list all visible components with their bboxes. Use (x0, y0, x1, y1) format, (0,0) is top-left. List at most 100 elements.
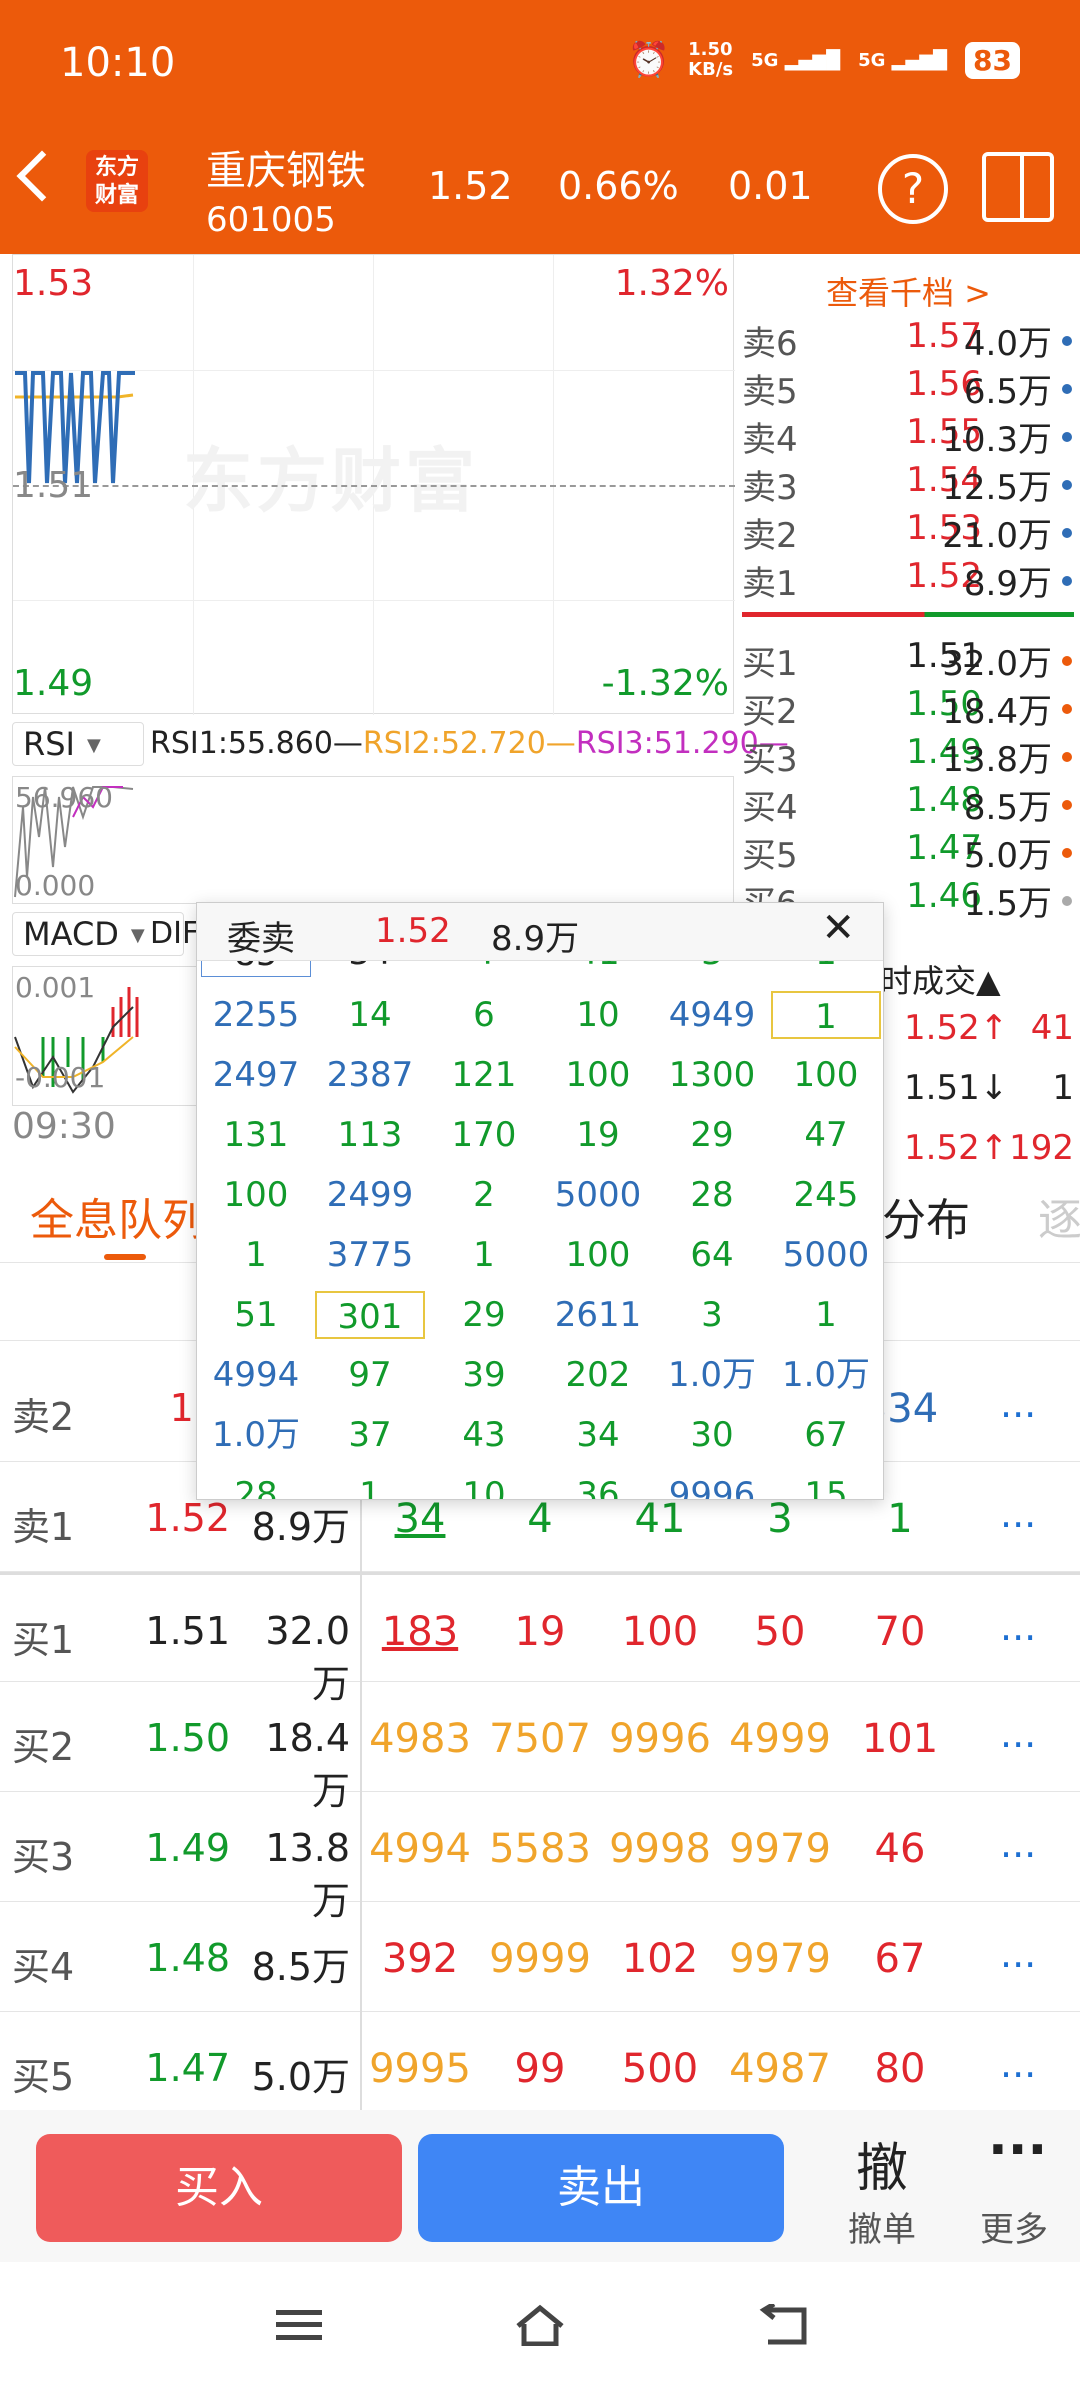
popup-order-cell[interactable]: 1 (771, 1291, 881, 1339)
queue-order-cell[interactable]: 7507 (480, 1716, 600, 1762)
popup-order-cell[interactable]: 28 (201, 1471, 311, 1499)
popup-order-cell[interactable]: 37 (315, 1411, 425, 1459)
queue-order-cell[interactable]: 99 (480, 2046, 600, 2092)
popup-order-cell[interactable]: 14 (315, 991, 425, 1039)
popup-order-cell[interactable]: 245 (771, 1171, 881, 1219)
tab-next[interactable]: 逐 (1038, 1184, 1080, 1248)
rsi-selector[interactable]: RSI (12, 722, 144, 766)
popup-order-cell[interactable]: 131 (201, 1111, 311, 1159)
popup-order-cell[interactable]: 301 (315, 1291, 425, 1339)
bid-row[interactable]: 买2 1.50 18.4万 (742, 684, 1072, 732)
popup-order-cell[interactable]: 121 (429, 1051, 539, 1099)
queue-order-cell[interactable]: 4987 (720, 2046, 840, 2092)
more-dots-button[interactable]: ... (1000, 1382, 1036, 1426)
popup-order-cell[interactable]: 29 (429, 1291, 539, 1339)
popup-order-cell[interactable]: 2497 (201, 1051, 311, 1099)
popup-order-cell[interactable]: 4949 (657, 991, 767, 1039)
popup-order-cell[interactable]: 6 (429, 991, 539, 1039)
bid-row[interactable]: 买5 1.47 5.0万 (742, 828, 1072, 876)
queue-order-cell[interactable]: 4983 (360, 1716, 480, 1762)
queue-order-cell[interactable]: 41 (600, 1496, 720, 1542)
queue-order-cell[interactable]: 9995 (360, 2046, 480, 2092)
queue-order-cell[interactable]: 46 (840, 1826, 960, 1872)
more-icon[interactable]: ··· (988, 2120, 1047, 2180)
popup-order-cell[interactable]: 100 (543, 1231, 653, 1279)
layout-switch-icon[interactable] (982, 152, 1054, 222)
bid-row[interactable]: 买4 1.48 8.5万 (742, 780, 1072, 828)
cancel-order-icon[interactable]: 撤 (856, 2126, 908, 2201)
more-dots-button[interactable]: ... (1000, 1712, 1036, 1756)
popup-order-cell[interactable]: 29 (657, 1111, 767, 1159)
popup-order-cell[interactable]: 1.0万 (657, 1351, 767, 1399)
popup-order-cell[interactable]: 100 (201, 1171, 311, 1219)
ask-row[interactable]: 卖4 1.55 10.3万 (742, 412, 1072, 460)
popup-order-cell[interactable]: 3775 (315, 1231, 425, 1279)
view-depth-link[interactable]: 查看千档 > (826, 268, 991, 314)
popup-order-cell[interactable]: 4994 (201, 1351, 311, 1399)
queue-order-cell[interactable]: 9996 (600, 1716, 720, 1762)
tab-distribution[interactable]: 分布 (882, 1184, 970, 1248)
popup-order-cell[interactable]: 67 (771, 1411, 881, 1459)
queue-order-cell[interactable]: 9998 (600, 1826, 720, 1872)
bid-row[interactable]: 买1 1.51 32.0万 (742, 636, 1072, 684)
queue-order-cell[interactable]: 70 (840, 1609, 960, 1655)
popup-order-cell[interactable]: 5000 (543, 1171, 653, 1219)
more-dots-button[interactable]: ... (1000, 2042, 1036, 2086)
queue-order-cell[interactable]: 5583 (480, 1826, 600, 1872)
popup-order-cell[interactable]: 30 (657, 1411, 767, 1459)
popup-order-cell[interactable]: 64 (657, 1231, 767, 1279)
popup-order-cell[interactable]: 36 (543, 1471, 653, 1499)
popup-order-cell[interactable]: 2499 (315, 1171, 425, 1219)
popup-order-cell[interactable]: 5000 (771, 1231, 881, 1279)
popup-order-cell[interactable]: 39 (429, 1351, 539, 1399)
queue-order-cell[interactable]: 9979 (720, 1936, 840, 1982)
back-arrow-icon[interactable] (16, 150, 68, 202)
bid-row[interactable]: 买3 1.49 13.8万 (742, 732, 1072, 780)
popup-order-cell[interactable]: 170 (429, 1111, 539, 1159)
popup-order-cell[interactable]: 10 (543, 991, 653, 1039)
buy-button[interactable]: 买入 (36, 2134, 402, 2242)
ask-row[interactable]: 卖3 1.54 12.5万 (742, 460, 1072, 508)
ask-row[interactable]: 卖2 1.53 21.0万 (742, 508, 1072, 556)
popup-order-cell[interactable]: 9996 (657, 1471, 767, 1499)
more-label[interactable]: 更多 (980, 2202, 1048, 2251)
popup-order-cell[interactable]: 1300 (657, 1051, 767, 1099)
popup-order-cell[interactable]: 100 (543, 1051, 653, 1099)
more-dots-button[interactable]: ... (1000, 1822, 1036, 1866)
cancel-order-label[interactable]: 撤单 (848, 2202, 916, 2251)
popup-order-cell[interactable]: 10 (429, 1471, 539, 1499)
more-dots-button[interactable]: ... (1000, 1492, 1036, 1536)
popup-order-cell[interactable]: 202 (543, 1351, 653, 1399)
queue-row[interactable]: 买3 1.49 13.8万 4994 5583 9998 9979 46... (0, 1792, 1080, 1923)
queue-row[interactable]: 买2 1.50 18.4万 4983 7507 9996 4999 101... (0, 1682, 1080, 1813)
queue-order-cell[interactable]: 4994 (360, 1826, 480, 1872)
close-icon[interactable]: ✕ (821, 905, 855, 951)
more-dots-button[interactable]: ... (1000, 1932, 1036, 1976)
queue-row[interactable]: 买4 1.48 8.5万 392 9999 102 9979 67... (0, 1902, 1080, 2012)
popup-order-cell[interactable]: 1 (429, 1231, 539, 1279)
popup-order-cell[interactable]: 28 (657, 1171, 767, 1219)
popup-order-cell[interactable]: 2611 (543, 1291, 653, 1339)
queue-order-cell[interactable]: 392 (360, 1936, 480, 1982)
queue-order-cell[interactable]: 4999 (720, 1716, 840, 1762)
popup-order-cell[interactable]: 97 (315, 1351, 425, 1399)
back-nav-icon[interactable] (756, 2301, 808, 2346)
popup-order-cell[interactable]: 1 (201, 1231, 311, 1279)
popup-order-cell[interactable]: 1 (771, 991, 881, 1039)
popup-order-cell[interactable]: 43 (429, 1411, 539, 1459)
popup-order-cell[interactable]: 1.0万 (201, 1411, 311, 1459)
popup-order-cell[interactable]: 2387 (315, 1051, 425, 1099)
queue-order-cell[interactable]: 80 (840, 2046, 960, 2092)
popup-order-cell[interactable]: 34 (543, 1411, 653, 1459)
queue-order-cell[interactable]: 9979 (720, 1826, 840, 1872)
queue-order-cell[interactable]: 1 (840, 1496, 960, 1542)
ask-row[interactable]: 卖5 1.56 6.5万 (742, 364, 1072, 412)
popup-order-cell[interactable]: 3 (657, 1291, 767, 1339)
popup-order-cell[interactable]: 15 (771, 1471, 881, 1499)
popup-order-cell[interactable]: 2255 (201, 991, 311, 1039)
queue-order-cell[interactable]: 500 (600, 2046, 720, 2092)
popup-order-cell[interactable]: 100 (771, 1051, 881, 1099)
menu-icon[interactable] (276, 2310, 322, 2340)
queue-order-cell[interactable]: 50 (720, 1609, 840, 1655)
intraday-chart[interactable]: 东方财富 1.53 1.51 1.49 1.32% -1.32% (12, 254, 735, 715)
